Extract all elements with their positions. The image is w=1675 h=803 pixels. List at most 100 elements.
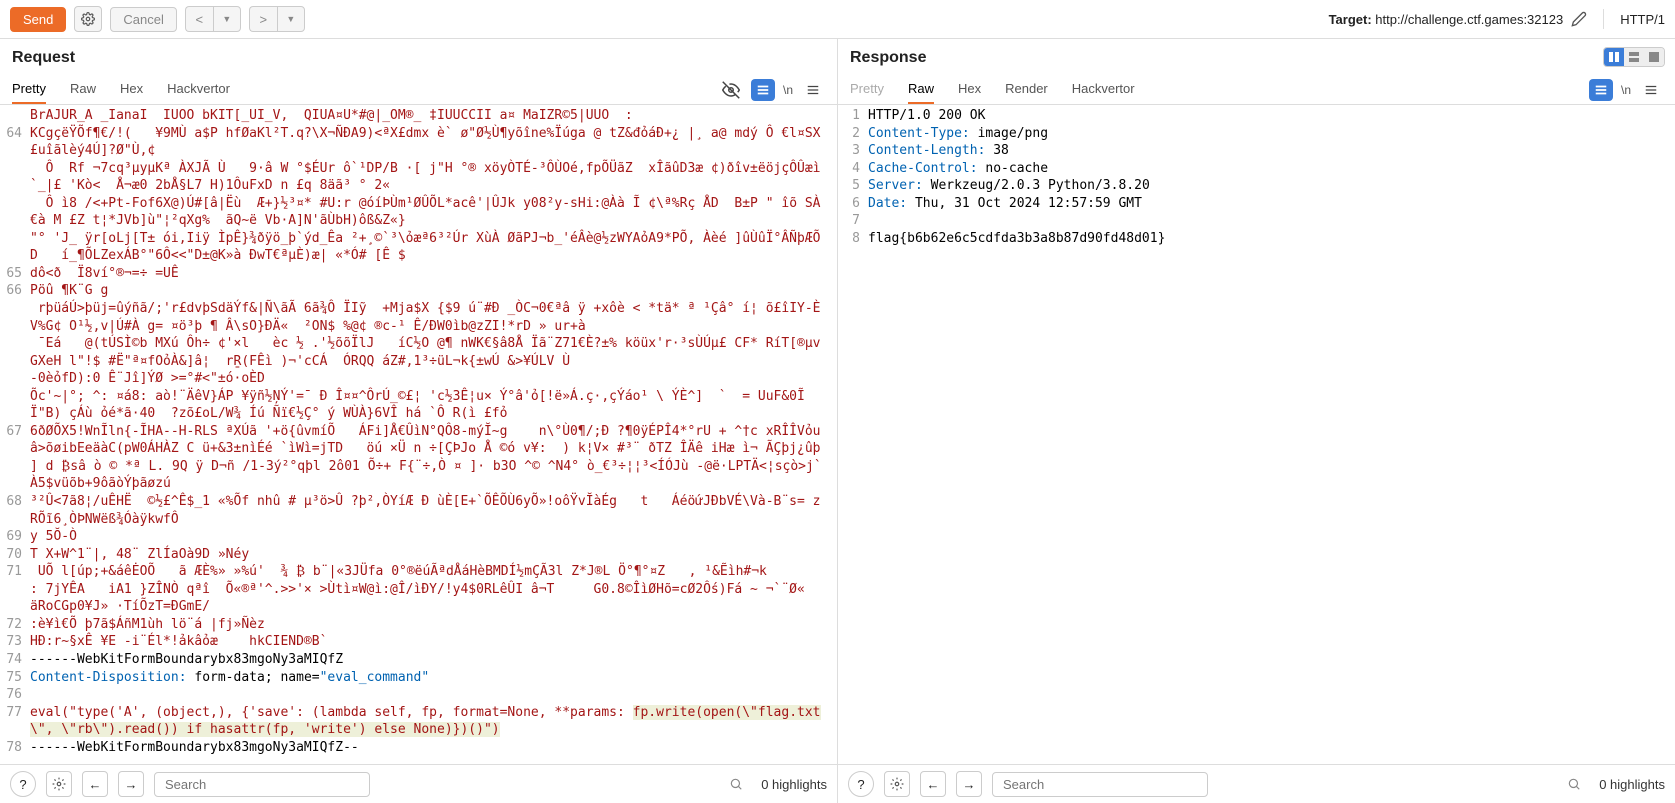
request-code[interactable]: BrAJUR_A _IanaI IUOO bKIT[_UI_V, QIUA¤U*… bbox=[0, 105, 837, 764]
line-content: Server: Werkzeug/2.0.3 Python/3.8.20 bbox=[868, 177, 1675, 195]
code-line: 71 UÕ l[úp;+&áêĖOÕ ã ÆÈ%» »%ú' ¾ ₿ b¨|«3… bbox=[0, 563, 837, 581]
code-line: 78------WebKitFormBoundarybx83mgoNy3aMIQ… bbox=[0, 739, 837, 757]
line-content bbox=[30, 686, 837, 704]
line-content: UÕ l[úp;+&áêĖOÕ ã ÆÈ%» »%ú' ¾ ₿ b¨|«3JÜf… bbox=[30, 563, 837, 581]
tab-raw[interactable]: Raw bbox=[908, 75, 934, 104]
line-number: 78 bbox=[0, 739, 30, 757]
line-number bbox=[0, 300, 30, 335]
tab-pretty[interactable]: Pretty bbox=[12, 75, 46, 104]
line-content: ------WebKitFormBoundarybx83mgoNy3aMIQfZ… bbox=[30, 739, 837, 757]
code-line: 75Content-Disposition: form-data; name="… bbox=[0, 669, 837, 687]
nav-fwd-menu[interactable]: ▼ bbox=[277, 6, 305, 32]
visibility-icon[interactable] bbox=[719, 79, 743, 101]
response-search-input[interactable] bbox=[992, 772, 1208, 797]
line-content: dô<ð Ï8ví°®¬=÷ =UÊ bbox=[30, 265, 837, 283]
nav-back-group: < ▼ bbox=[185, 6, 241, 32]
response-tabs: Pretty Raw Hex Render Hackvertor \n bbox=[838, 75, 1675, 105]
response-highlights: 0 highlights bbox=[1599, 777, 1665, 792]
newline-indicator[interactable]: \n bbox=[1621, 83, 1631, 97]
nav-fwd-button[interactable]: > bbox=[249, 6, 277, 32]
request-pane: Request Pretty Raw Hex Hackvertor \n BrAJUR… bbox=[0, 39, 838, 764]
tab-hackvertor[interactable]: Hackvertor bbox=[1072, 75, 1135, 104]
gear-icon bbox=[81, 12, 95, 26]
code-line: 64KCgçëŸÕf¶€/!( ¥9MÙ a$P hfØaKl²T.q?\X¬Ñ… bbox=[0, 125, 837, 160]
next-match-icon[interactable]: → bbox=[118, 771, 144, 797]
response-options-icon[interactable] bbox=[1589, 79, 1613, 101]
line-content: T X+W^1¨|, 48¨ ZlÍaOà9D »Néy bbox=[30, 546, 837, 564]
line-number bbox=[0, 581, 30, 616]
code-line: 70T X+W^1¨|, 48¨ ZlÍaOà9D »Néy bbox=[0, 546, 837, 564]
line-content: Ô ì8 /<+Pt-Fof6X@)Ú#[â|Ëù Æ+}½³¤* #U:r @… bbox=[30, 195, 837, 230]
newline-indicator[interactable]: \n bbox=[783, 83, 793, 97]
help-icon[interactable]: ? bbox=[848, 771, 874, 797]
send-button[interactable]: Send bbox=[10, 7, 66, 32]
request-search-input[interactable] bbox=[154, 772, 370, 797]
request-options-icon[interactable] bbox=[751, 79, 775, 101]
search-icon bbox=[1567, 777, 1581, 791]
line-content: HTTP/1.0 200 OK bbox=[868, 107, 1675, 125]
prev-match-icon[interactable]: ← bbox=[920, 771, 946, 797]
layout-horizontal-icon[interactable] bbox=[1624, 48, 1644, 66]
layout-single-icon[interactable] bbox=[1644, 48, 1664, 66]
response-title: Response bbox=[850, 49, 1663, 67]
chevron-left-icon: < bbox=[196, 12, 204, 27]
help-icon[interactable]: ? bbox=[10, 771, 36, 797]
line-content: Cache-Control: no-cache bbox=[868, 160, 1675, 178]
tab-raw[interactable]: Raw bbox=[70, 75, 96, 104]
line-content: Content-Length: 38 bbox=[868, 142, 1675, 160]
code-line: 72:è¥ì€Õ þ7ã$ÁñM1ùh lö¨á |fj»Ñèz bbox=[0, 616, 837, 634]
line-number: 3 bbox=[838, 142, 868, 160]
line-number: 75 bbox=[0, 669, 30, 687]
nav-fwd-group: > ▼ bbox=[249, 6, 305, 32]
settings-button[interactable] bbox=[74, 6, 102, 32]
line-number: 2 bbox=[838, 125, 868, 143]
response-menu-icon[interactable] bbox=[1639, 79, 1663, 101]
request-title: Request bbox=[12, 49, 825, 67]
edit-target-icon[interactable] bbox=[1571, 11, 1587, 27]
line-content: Pöû ¶K¨G g bbox=[30, 282, 837, 300]
top-toolbar: Send Cancel < ▼ > ▼ Target: http://chall… bbox=[0, 0, 1675, 39]
line-content: : 7jYÊA iA1 }ZÎNÒ qªî Õ«®ª'^.>>'× >Ùtì¤W… bbox=[30, 581, 837, 616]
line-number bbox=[0, 335, 30, 370]
line-content: Date: Thu, 31 Oct 2024 12:57:59 GMT bbox=[868, 195, 1675, 213]
line-content bbox=[868, 212, 1675, 230]
layout-vertical-icon[interactable] bbox=[1604, 48, 1624, 66]
code-line: 77eval("type('A', (object,), {'save': (l… bbox=[0, 704, 837, 739]
tab-render[interactable]: Render bbox=[1005, 75, 1048, 104]
request-menu-icon[interactable] bbox=[801, 79, 825, 101]
line-content: -0èỏfD):0 Ê¨Jî]ÝØ >=°#<"±ó·oÈD bbox=[30, 370, 837, 388]
line-number bbox=[0, 230, 30, 265]
code-line: 66Pöû ¶K¨G g bbox=[0, 282, 837, 300]
http-version: HTTP/1 bbox=[1620, 12, 1665, 27]
line-number: 1 bbox=[838, 107, 868, 125]
settings-footer-icon[interactable] bbox=[46, 771, 72, 797]
response-code[interactable]: 1HTTP/1.0 200 OK2Content-Type: image/png… bbox=[838, 105, 1675, 764]
response-pane: Response Pretty Raw Hex Render Hackvertor \n… bbox=[838, 39, 1675, 764]
settings-footer-icon[interactable] bbox=[884, 771, 910, 797]
line-number: 77 bbox=[0, 704, 30, 739]
prev-match-icon[interactable]: ← bbox=[82, 771, 108, 797]
code-line: : 7jYÊA iA1 }ZÎNÒ qªî Õ«®ª'^.>>'× >Ùtì¤W… bbox=[0, 581, 837, 616]
line-number: 71 bbox=[0, 563, 30, 581]
line-content: Content-Disposition: form-data; name="ev… bbox=[30, 669, 837, 687]
line-number: 66 bbox=[0, 282, 30, 300]
tab-pretty[interactable]: Pretty bbox=[850, 75, 884, 104]
tab-hackvertor[interactable]: Hackvertor bbox=[167, 75, 230, 104]
line-number bbox=[0, 370, 30, 388]
tab-hex[interactable]: Hex bbox=[958, 75, 981, 104]
layout-toggle[interactable] bbox=[1603, 47, 1665, 67]
line-number bbox=[0, 160, 30, 195]
code-line: 3Content-Length: 38 bbox=[838, 142, 1675, 160]
line-number: 76 bbox=[0, 686, 30, 704]
chevron-right-icon: > bbox=[260, 12, 268, 27]
cancel-button[interactable]: Cancel bbox=[110, 7, 176, 32]
line-number bbox=[0, 195, 30, 230]
nav-back-button[interactable]: < bbox=[185, 6, 213, 32]
code-line: 7 bbox=[838, 212, 1675, 230]
code-line: 69y 5Ŏ-Ò bbox=[0, 528, 837, 546]
code-line: 8flag{b6b62e6c5cdfda3b3a8b87d90fd48d01} bbox=[838, 230, 1675, 248]
next-match-icon[interactable]: → bbox=[956, 771, 982, 797]
nav-back-menu[interactable]: ▼ bbox=[213, 6, 241, 32]
tab-hex[interactable]: Hex bbox=[120, 75, 143, 104]
line-number: 69 bbox=[0, 528, 30, 546]
